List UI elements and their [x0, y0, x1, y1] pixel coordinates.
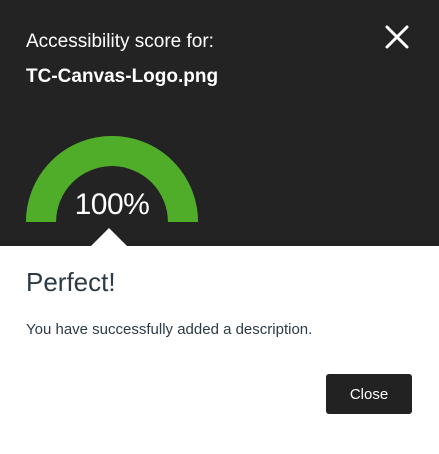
dialog-subtitle: Accessibility score for:	[26, 31, 214, 52]
score-header: Accessibility score for: TC-Canvas-Logo.…	[0, 0, 439, 246]
close-icon[interactable]	[382, 22, 412, 52]
result-message: You have successfully added a descriptio…	[26, 321, 313, 338]
accessibility-score-dialog: Accessibility score for: TC-Canvas-Logo.…	[0, 0, 439, 454]
close-button[interactable]: Close	[326, 374, 412, 414]
pointer-arrow	[91, 228, 127, 246]
score-percentage: 100%	[74, 188, 150, 221]
file-name: TC-Canvas-Logo.png	[26, 66, 219, 87]
result-title: Perfect!	[26, 267, 116, 297]
